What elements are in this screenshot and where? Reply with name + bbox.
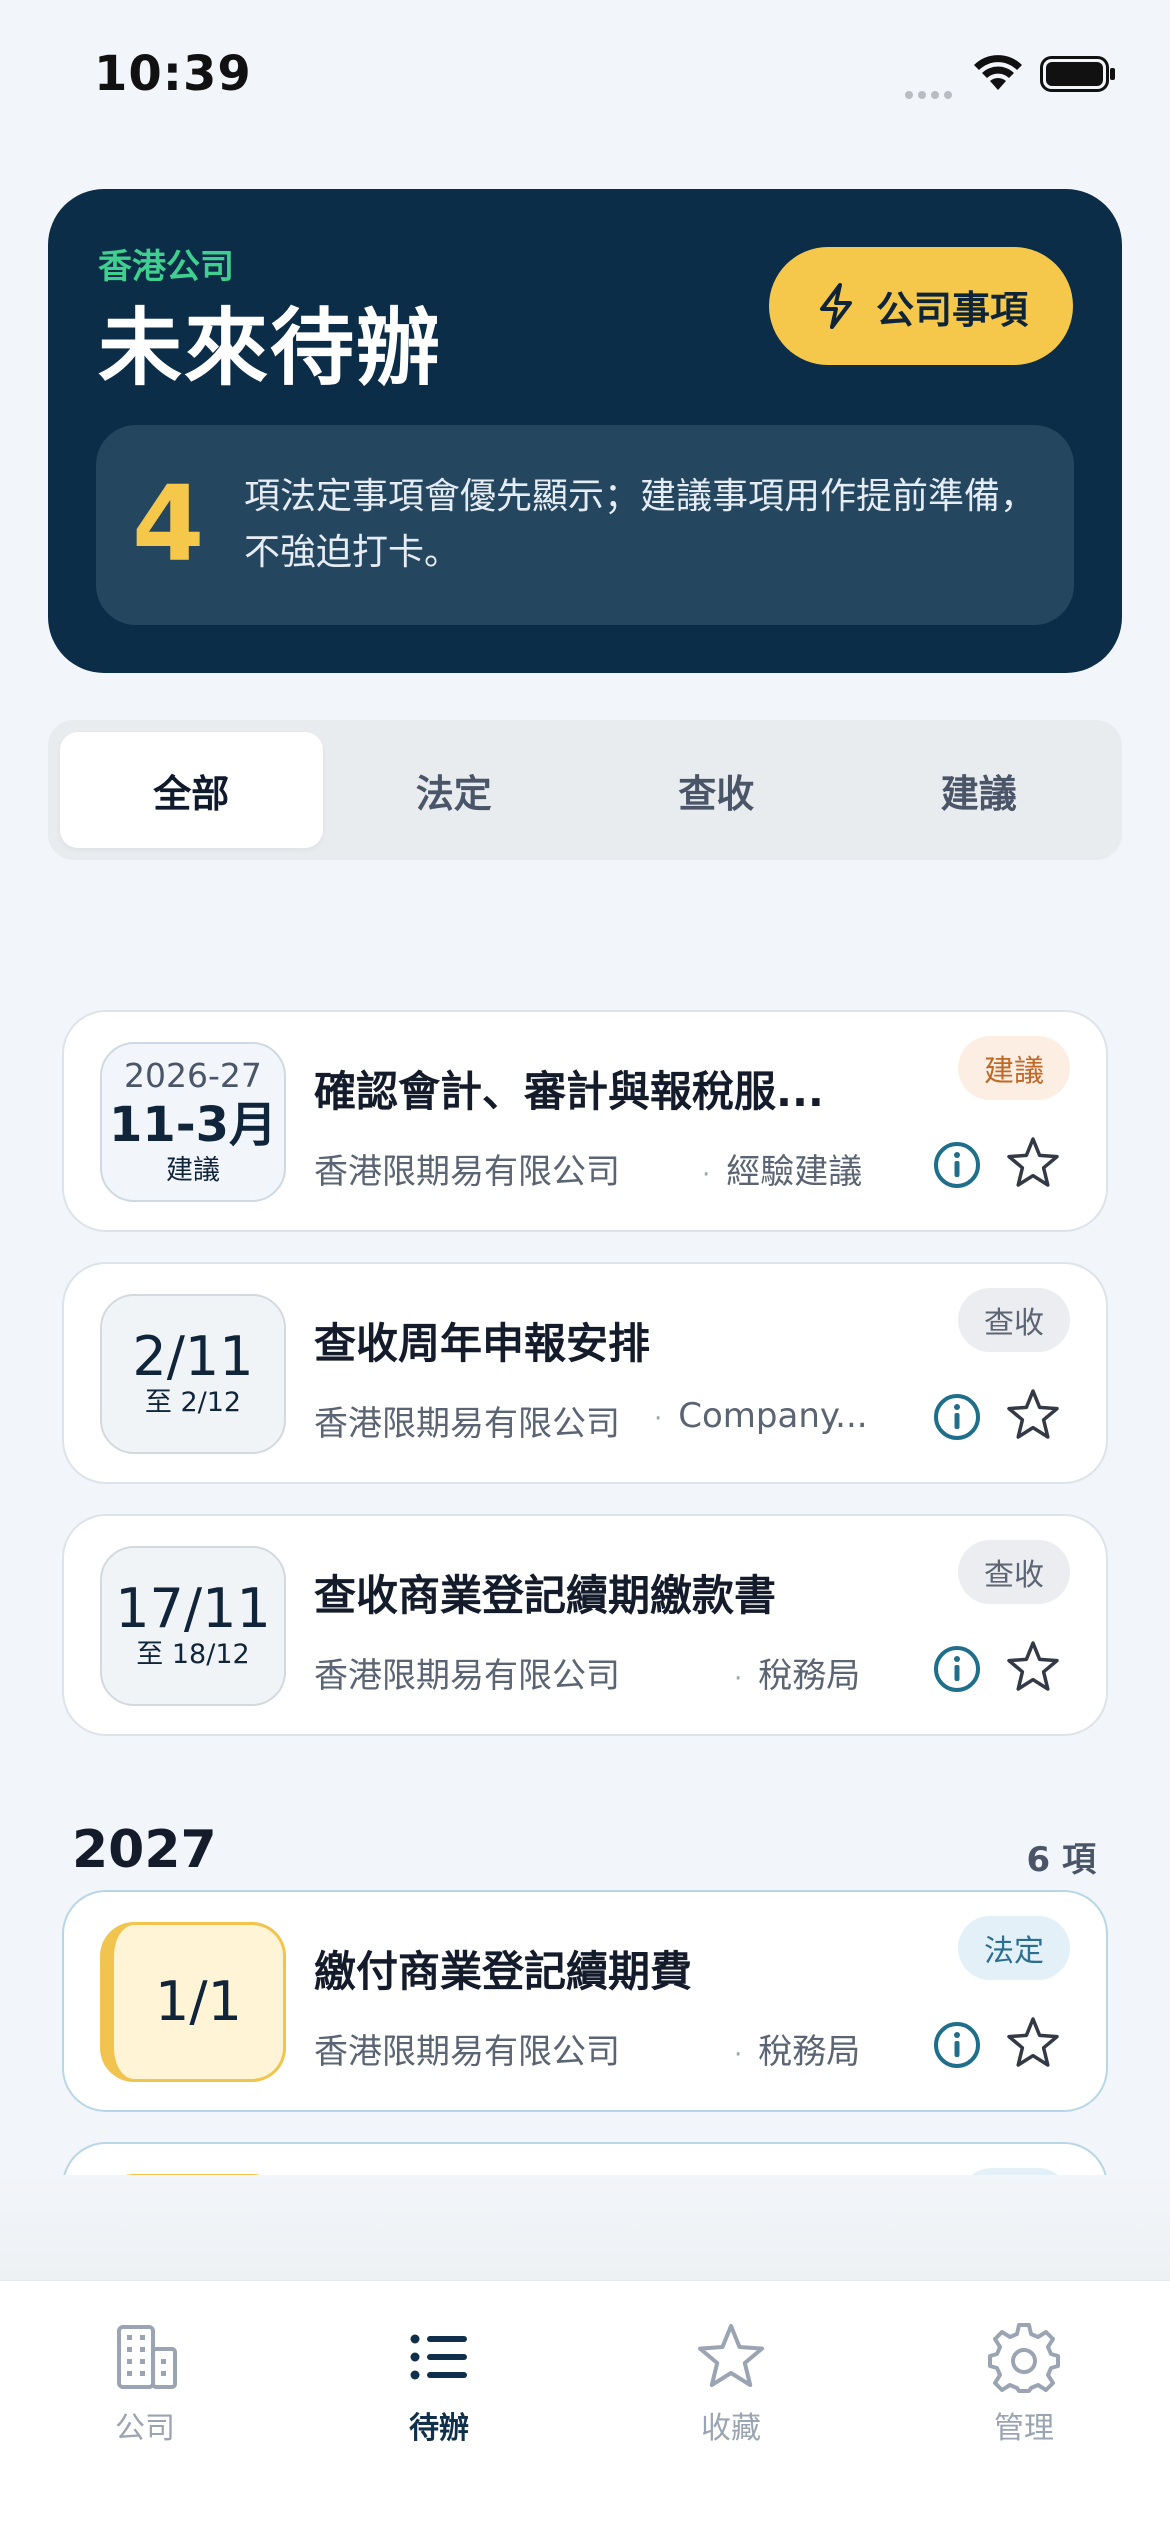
star-icon[interactable] xyxy=(1004,1134,1062,1192)
filter-all[interactable]: 全部 xyxy=(60,732,323,848)
source-text: 稅務局 xyxy=(758,2032,861,2072)
gear-icon xyxy=(988,2323,1060,2393)
summary-note: 4 項法定事項會優先顯示；建議事項用作提前準備，不強迫打卡。 xyxy=(96,425,1074,625)
date-sub: 至 18/12 xyxy=(136,1639,250,1670)
star-icon[interactable] xyxy=(1004,1638,1062,1696)
company-matters-label: 公司事項 xyxy=(875,287,1028,332)
type-badge: 查收 xyxy=(958,1540,1070,1604)
tab-settings[interactable]: 管理 xyxy=(924,2321,1124,2447)
list-icon xyxy=(410,2334,467,2380)
status-time: 10:39 xyxy=(94,46,252,102)
tab-favorites-label: 收藏 xyxy=(701,2411,761,2446)
todo-card[interactable]: 2026-27 11-3月 建議 確認會計、審計與報稅服... 香港限期易有限公… xyxy=(62,1010,1108,1232)
tab-todo[interactable]: 待辦 xyxy=(339,2321,539,2447)
date-range-year: 2026-27 xyxy=(124,1056,262,1095)
filter-segmented-control: 全部 法定 查收 建議 xyxy=(48,720,1122,860)
company-matters-button[interactable]: 公司事項 xyxy=(769,247,1073,365)
source-text: 稅務局 xyxy=(758,1656,861,1696)
todo-title: 查收商業登記續期繳款書 xyxy=(314,1571,777,1620)
type-badge: 法定 xyxy=(958,1916,1070,1980)
date-main: 1/1 xyxy=(155,1970,242,2033)
filter-advice[interactable]: 建議 xyxy=(848,732,1111,848)
source-label: · 經驗建議 xyxy=(702,1152,863,1192)
company-name: 香港限期易有限公司 xyxy=(314,1656,620,1696)
hero-card: 香港公司 未來待辦 公司事項 4 項法定事項會優先顯示；建議事項用作提前準備，不… xyxy=(48,189,1122,673)
date-box: 2026-27 11-3月 建議 xyxy=(100,1042,286,1202)
source-text: 經驗建議 xyxy=(726,1152,863,1192)
summary-count: 4 xyxy=(132,463,205,585)
date-box: 2/11 至 2/12 xyxy=(100,1294,286,1454)
todo-card[interactable]: 17/11 至 18/12 查收商業登記續期繳款書 香港限期易有限公司 · 稅務局… xyxy=(62,1514,1108,1736)
date-main: 11-3月 xyxy=(108,1097,278,1153)
tab-settings-label: 管理 xyxy=(994,2411,1054,2446)
date-main: 2/11 xyxy=(132,1325,254,1388)
tab-company[interactable]: 公司 xyxy=(45,2321,245,2447)
date-box: 17/11 至 18/12 xyxy=(100,1546,286,1706)
todo-card[interactable]: 1/1 繳付商業登記續期費 香港限期易有限公司 · 稅務局 法定 xyxy=(62,1890,1108,2112)
summary-text: 項法定事項會優先顯示；建議事項用作提前準備，不強迫打卡。 xyxy=(244,476,1037,573)
star-icon[interactable] xyxy=(1004,1386,1062,1444)
source-label: · 稅務局 xyxy=(734,2032,861,2072)
source-label: · 稅務局 xyxy=(734,1656,861,1696)
company-name: 香港限期易有限公司 xyxy=(314,2032,620,2072)
list-fade xyxy=(0,2175,1170,2280)
type-badge: 查收 xyxy=(958,1288,1070,1352)
page-title: 未來待辦 xyxy=(98,299,443,397)
star-icon[interactable] xyxy=(1004,2014,1062,2072)
battery-icon xyxy=(1040,56,1115,92)
info-icon[interactable] xyxy=(932,1140,982,1190)
info-icon[interactable] xyxy=(932,2020,982,2070)
date-sub: 建議 xyxy=(166,1155,220,1186)
filter-check[interactable]: 查收 xyxy=(585,732,848,848)
type-badge xyxy=(960,2168,1070,2175)
building-icon xyxy=(117,2325,177,2389)
company-name: 香港限期易有限公司 xyxy=(314,1152,620,1192)
star-icon xyxy=(698,2324,764,2387)
todo-title: 查收周年申報安排 xyxy=(314,1319,651,1368)
todo-title: 確認會計、審計與報稅服... xyxy=(314,1067,824,1116)
tab-company-label: 公司 xyxy=(115,2411,175,2446)
company-name: 香港限期易有限公司 xyxy=(314,1404,620,1444)
todo-card[interactable]: 2/11 至 2/12 查收周年申報安排 香港限期易有限公司 · Company.… xyxy=(62,1262,1108,1484)
type-badge: 建議 xyxy=(958,1036,1070,1100)
tab-todo-label: 待辦 xyxy=(409,2411,469,2446)
todo-title: 繳付商業登記續期費 xyxy=(314,1947,693,1996)
date-box: 1/1 xyxy=(100,1922,286,2082)
info-icon[interactable] xyxy=(932,1392,982,1442)
tab-bar: 公司 待辦 收藏 管理 xyxy=(0,2280,1170,2532)
filter-statutory[interactable]: 法定 xyxy=(323,732,586,848)
date-sub: 至 2/12 xyxy=(144,1387,242,1418)
source-label: · Company... xyxy=(654,1396,868,1436)
tab-favorites[interactable]: 收藏 xyxy=(631,2321,831,2447)
section-count: 6 項 xyxy=(1026,1840,1097,1880)
lightning-icon xyxy=(819,283,852,329)
section-year: 2027 xyxy=(72,1820,217,1880)
todo-list[interactable]: 2026 3 項 2026-27 11-3月 建議 確認會計、審計與報稅服...… xyxy=(0,990,1170,2175)
wifi-icon xyxy=(974,55,1022,90)
info-icon[interactable] xyxy=(932,1644,982,1694)
signal-icon xyxy=(905,84,959,99)
source-text: Company... xyxy=(678,1396,868,1436)
todo-card[interactable] xyxy=(62,2142,1108,2175)
status-bar: 10:39 xyxy=(0,0,1170,150)
date-main: 17/11 xyxy=(115,1577,271,1640)
